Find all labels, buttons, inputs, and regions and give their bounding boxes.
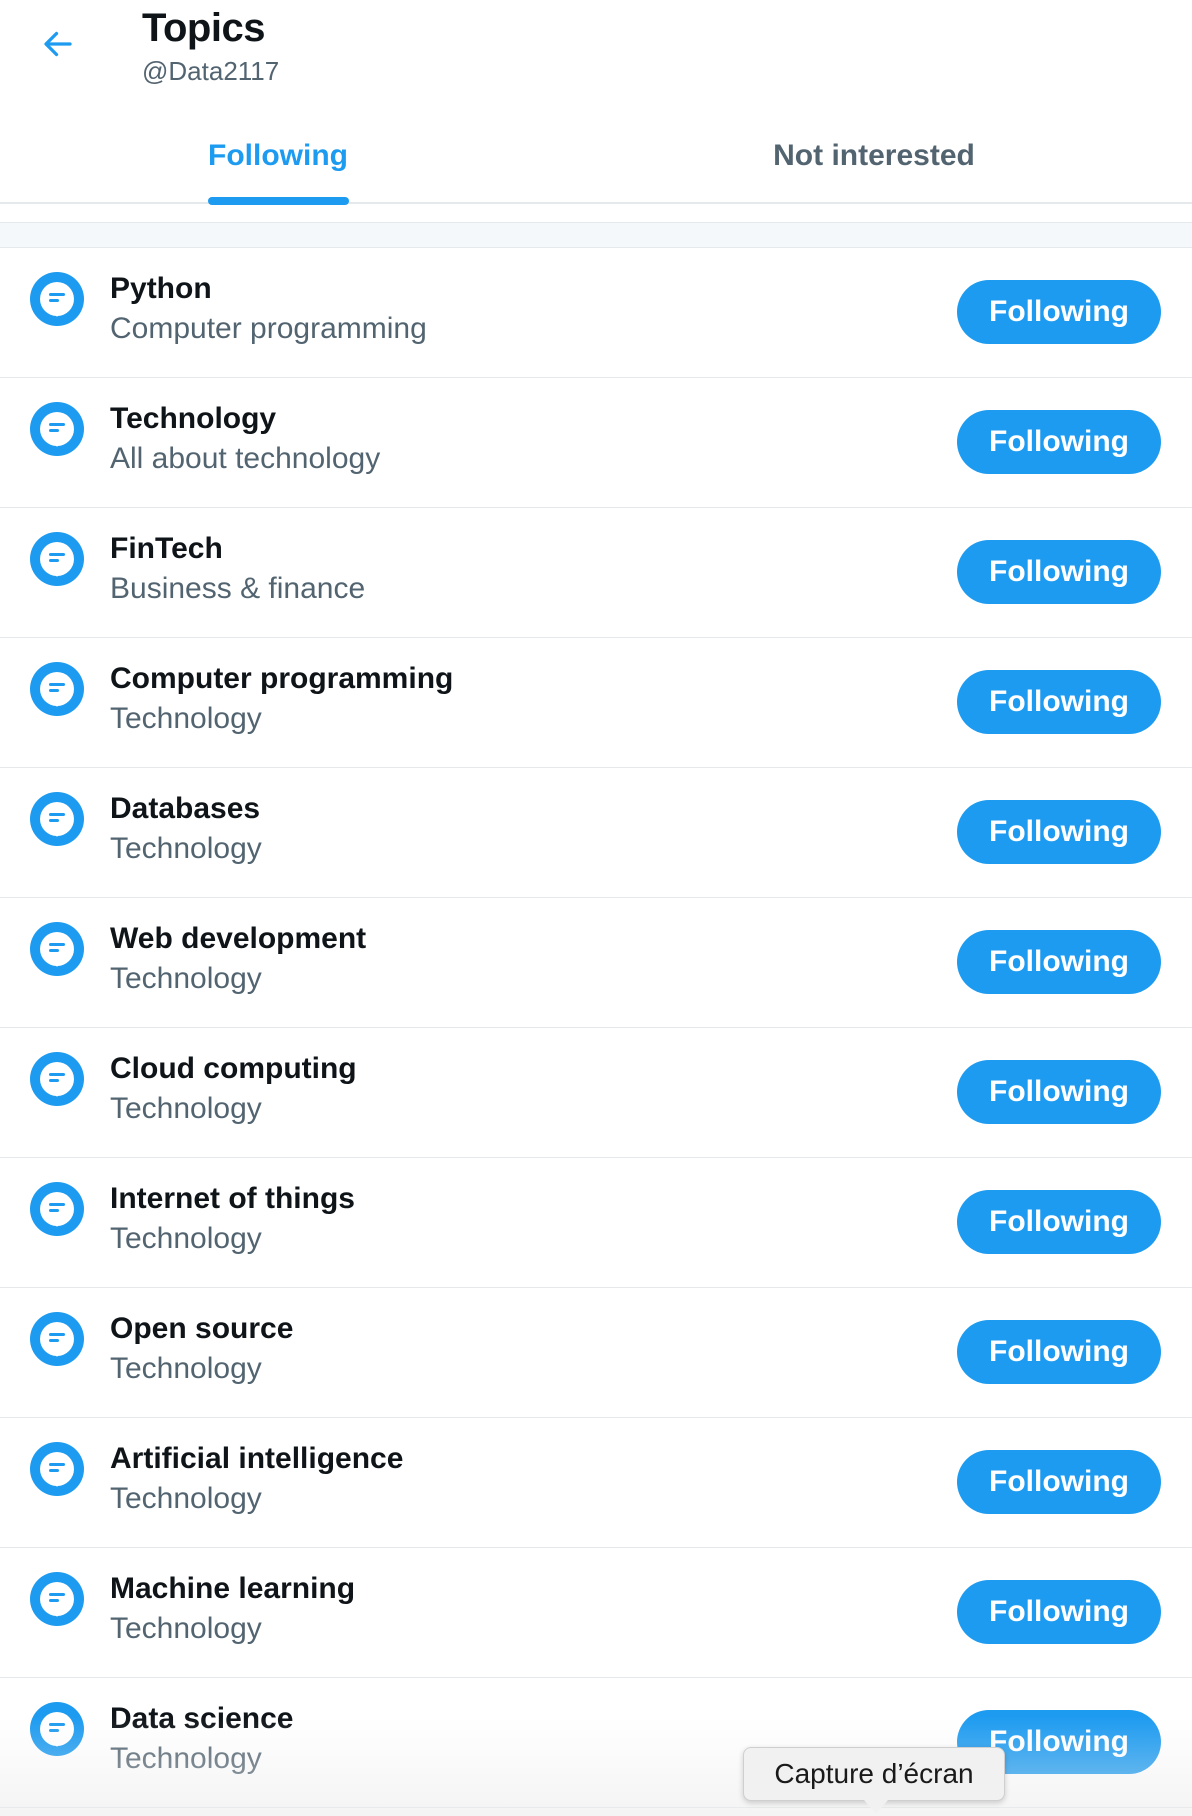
topic-row[interactable]: Internet of things Technology Following <box>0 1158 1192 1288</box>
topic-category: Technology <box>110 1092 262 1125</box>
topic-row[interactable]: Web development Technology Following <box>0 898 1192 1028</box>
following-button[interactable]: Following <box>957 1190 1161 1254</box>
topic-category: Business & finance <box>110 572 366 605</box>
topic-row[interactable]: Computer programming Technology Followin… <box>0 638 1192 768</box>
topic-speech-bubble-icon <box>28 1182 86 1240</box>
following-button[interactable]: Following <box>957 540 1161 604</box>
tab-bar: Following Not interested <box>0 108 1192 205</box>
topic-category: Computer programming <box>110 312 427 345</box>
topic-category: Technology <box>110 832 262 865</box>
following-button[interactable]: Following <box>957 1060 1161 1124</box>
topic-speech-bubble-icon <box>28 922 86 980</box>
topic-name: Technology <box>110 402 277 435</box>
topic-name: Computer programming <box>110 662 454 695</box>
topic-category: Technology <box>110 1222 262 1255</box>
following-button[interactable]: Following <box>957 1580 1161 1644</box>
topic-speech-bubble-icon <box>28 1052 86 1110</box>
topic-name: Internet of things <box>110 1182 355 1215</box>
following-button[interactable]: Following <box>957 800 1161 864</box>
tab-not-interested-label: Not interested <box>773 139 975 172</box>
topic-category: Technology <box>110 1612 262 1645</box>
topic-row[interactable]: Python Computer programming Following <box>0 248 1192 378</box>
following-button[interactable]: Following <box>957 1450 1161 1514</box>
topic-name: Machine learning <box>110 1572 356 1605</box>
topic-row[interactable]: Technology All about technology Followin… <box>0 378 1192 508</box>
topic-name: Databases <box>110 792 261 825</box>
following-button[interactable]: Following <box>957 930 1161 994</box>
section-divider <box>0 222 1192 248</box>
following-button[interactable]: Following <box>957 670 1161 734</box>
topic-name: Data science <box>110 1702 294 1735</box>
screenshot-tooltip: Capture d’écran <box>743 1747 1005 1801</box>
topic-speech-bubble-icon <box>28 792 86 850</box>
topic-row[interactable]: Cloud computing Technology Following <box>0 1028 1192 1158</box>
topic-speech-bubble-icon <box>28 1572 86 1630</box>
topic-name: Web development <box>110 922 367 955</box>
topic-name: Cloud computing <box>110 1052 357 1085</box>
topic-row[interactable]: Data science Technology Following <box>0 1678 1192 1808</box>
tab-following-label: Following <box>208 139 348 172</box>
following-button[interactable]: Following <box>957 1320 1161 1384</box>
topic-speech-bubble-icon <box>28 1312 86 1370</box>
topic-name: Python <box>110 272 212 305</box>
topic-speech-bubble-icon <box>28 532 86 590</box>
account-handle: @Data2117 <box>142 56 280 86</box>
tab-not-interested[interactable]: Not interested <box>556 108 1192 204</box>
topic-list: Python Computer programming Following Te… <box>0 248 1192 1808</box>
topic-speech-bubble-icon <box>28 1702 86 1760</box>
topic-speech-bubble-icon <box>28 272 86 330</box>
topic-name: FinTech <box>110 532 223 565</box>
topic-row[interactable]: Artificial intelligence Technology Follo… <box>0 1418 1192 1548</box>
topic-row[interactable]: FinTech Business & finance Following <box>0 508 1192 638</box>
topic-category: Technology <box>110 702 262 735</box>
topic-category: Technology <box>110 1352 262 1385</box>
topic-row[interactable]: Open source Technology Following <box>0 1288 1192 1418</box>
back-button[interactable] <box>28 18 88 74</box>
topics-page: Topics @Data2117 Following Not intereste… <box>0 0 1192 1816</box>
back-arrow-icon <box>40 26 76 67</box>
topic-category: Technology <box>110 1742 262 1775</box>
topic-name: Open source <box>110 1312 294 1345</box>
topic-row[interactable]: Databases Technology Following <box>0 768 1192 898</box>
tab-following[interactable]: Following <box>0 108 556 205</box>
topic-speech-bubble-icon <box>28 1442 86 1500</box>
following-button[interactable]: Following <box>957 280 1161 344</box>
topic-category: Technology <box>110 962 262 995</box>
topic-category: Technology <box>110 1482 262 1515</box>
topic-speech-bubble-icon <box>28 662 86 720</box>
topic-speech-bubble-icon <box>28 402 86 460</box>
active-tab-indicator <box>208 197 349 205</box>
page-header: Topics @Data2117 <box>0 0 1192 108</box>
topic-category: All about technology <box>110 442 381 475</box>
topic-name: Artificial intelligence <box>110 1442 404 1475</box>
topic-row[interactable]: Machine learning Technology Following <box>0 1548 1192 1678</box>
tooltip-arrow <box>864 1800 888 1814</box>
following-button[interactable]: Following <box>957 410 1161 474</box>
page-title: Topics <box>142 6 265 50</box>
